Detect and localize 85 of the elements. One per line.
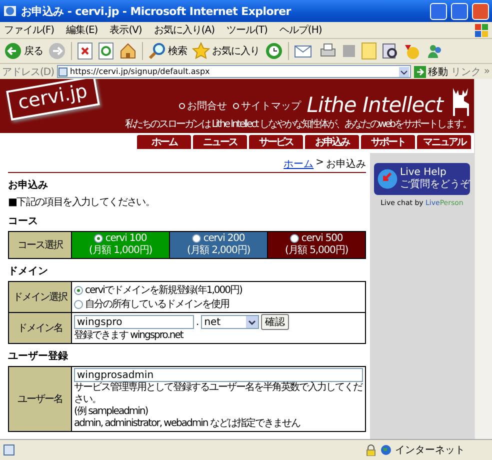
course-option[interactable]: cervi 100 (月額 1,000円) bbox=[72, 232, 170, 258]
address-label: アドレス(D) bbox=[2, 66, 54, 78]
menu-item[interactable]: ヘルプ(H) bbox=[279, 23, 322, 37]
minimize-button[interactable] bbox=[430, 2, 447, 20]
section-heading: コース bbox=[8, 215, 39, 228]
scrollbar[interactable] bbox=[474, 79, 492, 439]
course-name: cervi 500 bbox=[301, 233, 343, 244]
course-option[interactable]: cervi 200 (月額 2,000円) bbox=[170, 232, 268, 258]
table-label-cell: ドメイン選択 bbox=[8, 282, 72, 312]
table-label-cell: ドメイン名 bbox=[8, 312, 72, 344]
slogan: 私たちのスローガンは Lithe Intellect しなやかな知性体が、あなたのwebをサポートします。 bbox=[125, 118, 471, 131]
header-link[interactable]: お問合せ bbox=[178, 99, 227, 113]
nav-tab[interactable]: ニュース bbox=[193, 135, 247, 149]
check-button[interactable]: 確認 bbox=[261, 314, 290, 330]
caret-icon bbox=[246, 316, 258, 328]
nav-tab[interactable]: サービス bbox=[249, 135, 303, 149]
section-heading: ユーザー登録 bbox=[8, 350, 69, 363]
radio-label: 自分の所有しているドメインを使用 bbox=[85, 298, 229, 311]
radio-button[interactable] bbox=[74, 286, 83, 294]
stop-icon[interactable] bbox=[77, 42, 93, 60]
lock-icon bbox=[366, 444, 376, 456]
maximize-button[interactable] bbox=[451, 2, 468, 20]
course-price: (月額 1,000円) bbox=[88, 245, 152, 256]
browser-icon bbox=[3, 4, 17, 18]
globe-icon bbox=[380, 444, 392, 456]
radio-button[interactable] bbox=[74, 300, 83, 308]
home-icon[interactable] bbox=[119, 42, 137, 60]
brand-name: Lithe Intellect bbox=[306, 93, 443, 117]
table-label-cell: ユーザー名 bbox=[8, 366, 72, 432]
go-arrow-icon bbox=[414, 66, 426, 78]
windows-flag-icon[interactable] bbox=[474, 23, 488, 37]
header-link[interactable]: サイトマップ bbox=[232, 99, 301, 113]
menu-item[interactable]: 編集(E) bbox=[66, 23, 98, 37]
nav-tab[interactable]: サポート bbox=[361, 135, 415, 149]
refresh-icon[interactable] bbox=[98, 42, 114, 60]
user-name-field[interactable]: wingprosadmin bbox=[74, 368, 363, 382]
messenger-icon[interactable] bbox=[426, 42, 444, 60]
note-text: admin, administrator, webadmin などは指定できません bbox=[74, 418, 302, 430]
radio-button[interactable] bbox=[192, 234, 202, 243]
section-heading: ドメイン bbox=[8, 265, 49, 278]
window-title: お申込み - cervi.jp - Microsoft Internet Explorer bbox=[21, 4, 292, 18]
search-button[interactable]: 検索 bbox=[148, 42, 187, 60]
menu-item[interactable]: 表示(V) bbox=[110, 23, 142, 37]
course-name: cervi 200 bbox=[203, 233, 245, 244]
breadcrumb-link[interactable]: ホーム bbox=[284, 157, 314, 171]
menu-item[interactable]: お気に入り(A) bbox=[154, 23, 214, 37]
course-option[interactable]: cervi 500 (月額 5,000円) bbox=[268, 232, 366, 258]
availability-text: 登録できます wingspro.net bbox=[74, 330, 184, 342]
radio-button[interactable] bbox=[94, 234, 104, 243]
history-icon[interactable] bbox=[264, 42, 282, 60]
mail-icon[interactable] bbox=[294, 43, 314, 59]
nav-tab[interactable]: マニュアル bbox=[417, 135, 471, 149]
domain-dot: . bbox=[196, 316, 200, 328]
page-icon bbox=[58, 66, 68, 76]
menu-item[interactable]: ツール(T) bbox=[226, 23, 268, 37]
search-icon[interactable] bbox=[148, 42, 166, 60]
help-text: サービス管理専用として登録するユーザー名を半角英数で入力してください。 bbox=[74, 382, 363, 406]
star-icon[interactable] bbox=[192, 42, 210, 60]
live-help-button[interactable]: Live Help ご質問をどうぞ bbox=[374, 163, 470, 195]
back-button[interactable]: 戻る bbox=[4, 42, 43, 60]
security-zone: インターネット bbox=[380, 443, 465, 457]
site-logo[interactable]: cervi.jp bbox=[6, 79, 100, 121]
nav-tab[interactable]: お申込み bbox=[305, 135, 359, 149]
course-price: (月額 2,000円) bbox=[186, 245, 250, 256]
close-button[interactable] bbox=[472, 2, 489, 20]
course-name: cervi 100 bbox=[105, 233, 147, 244]
nav-tab[interactable]: ホーム bbox=[137, 135, 191, 149]
breadcrumb-current: お申込み bbox=[326, 158, 366, 171]
domain-name-field[interactable]: wingspro bbox=[74, 315, 194, 329]
radio-button[interactable] bbox=[290, 234, 300, 243]
address-field[interactable]: https://cervi.jp/signup/default.aspx bbox=[57, 65, 411, 78]
example-text: (例 sampleadmin) bbox=[74, 406, 149, 418]
table-label-cell: コース選択 bbox=[8, 232, 72, 258]
page-heading: お申込み bbox=[8, 178, 49, 192]
tld-select[interactable]: net bbox=[201, 315, 260, 329]
links-button[interactable]: リンク bbox=[450, 64, 481, 78]
page-icon bbox=[3, 444, 15, 456]
breadcrumb-separator: > bbox=[316, 157, 324, 170]
course-price: (月額 5,000円) bbox=[284, 245, 348, 256]
more-chevron[interactable]: » bbox=[484, 66, 490, 77]
menu-item[interactable]: ファイル(F) bbox=[4, 23, 54, 37]
favorites-button[interactable]: お気に入り bbox=[192, 42, 260, 60]
go-button[interactable]: 移動 bbox=[414, 64, 448, 78]
instruction-text: ■下記の項目を入力してください。 bbox=[8, 196, 156, 209]
radio-label: cerviでドメインを新規登録(年1,000円) bbox=[85, 284, 242, 297]
